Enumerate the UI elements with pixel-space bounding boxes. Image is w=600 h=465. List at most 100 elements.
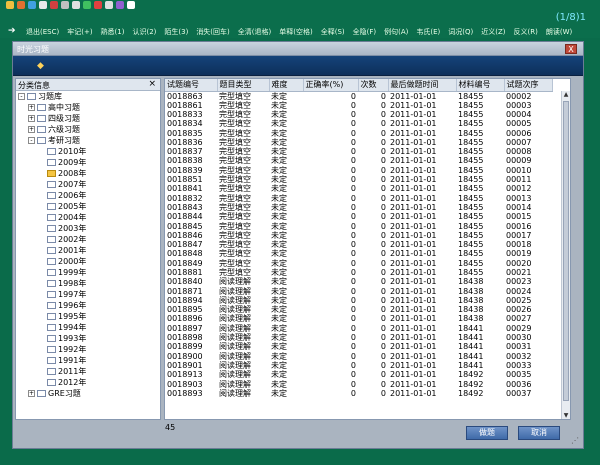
menu-item[interactable]: 近义(Z) [481,27,505,37]
column-header[interactable]: 材料编号 [456,79,505,92]
tree-item[interactable]: 1999年 [16,267,160,278]
close-button[interactable]: X [565,44,577,54]
tree-item[interactable]: 2002年 [16,234,160,245]
tree-item[interactable]: 2008年 [16,168,160,179]
table-row[interactable]: 0018844 完型填空 未定 0 0 2011-01-01 18455 00015 [165,212,552,221]
table-row[interactable]: 0018913 阅读理解 未定 0 0 2011-01-01 18492 00035 [165,370,552,379]
back-arrow-icon[interactable]: ➔ [8,26,16,36]
table-row[interactable]: 0018845 完型填空 未定 0 0 2011-01-01 18455 00016 [165,221,552,231]
tree-item[interactable]: 2003年 [16,223,160,234]
table-row[interactable]: 0018847 完型填空 未定 0 0 2011-01-01 18455 00018 [165,240,552,249]
expand-icon[interactable]: + [28,126,35,133]
table-row[interactable]: 0018895 阅读理解 未定 0 0 2011-01-01 18438 00026 [165,305,552,314]
menu-item[interactable]: 词况(Q) [448,27,473,37]
column-header[interactable]: 次数 [358,79,389,92]
gear-icon[interactable] [17,1,25,9]
table-row[interactable]: 0018851 完型填空 未定 0 0 2011-01-01 18455 00011 [165,175,552,184]
tree-item[interactable]: 1992年 [16,344,160,355]
scroll-up-icon[interactable]: ▲ [562,91,570,99]
menu-item[interactable]: 全隐(F) [353,27,377,37]
menu-item[interactable]: 全释(S) [321,27,345,37]
tree-item[interactable]: 1995年 [16,311,160,322]
collapse-icon[interactable]: - [28,137,35,144]
table-row[interactable]: 0018871 阅读理解 未定 0 0 2011-01-01 18438 00024 [165,286,552,296]
table-row[interactable]: 0018894 阅读理解 未定 0 0 2011-01-01 18438 00025 [165,296,552,305]
cut-icon[interactable] [61,1,69,9]
menu-item[interactable]: 反义(R) [514,27,538,37]
table-row[interactable]: 0018861 完型填空 未定 0 0 2011-01-01 18455 00003 [165,101,552,110]
table-row[interactable]: 0018897 阅读理解 未定 0 0 2011-01-01 18441 00029 [165,324,552,333]
first-icon[interactable] [72,1,80,9]
do-exercise-button[interactable]: 做题 [466,426,508,440]
tree-item[interactable]: 2011年 [16,366,160,377]
expand-icon[interactable]: + [28,115,35,122]
table-row[interactable]: 0018833 完型填空 未定 0 0 2011-01-01 18455 00004 [165,110,552,119]
table-row[interactable]: 0018846 完型填空 未定 0 0 2011-01-01 18455 00017 [165,231,552,240]
play-icon[interactable] [83,1,91,9]
menu-item[interactable]: 牢记(+) [67,27,92,37]
column-header[interactable]: 题目类型 [217,79,270,92]
resize-grip-icon[interactable]: ⋰ [571,436,581,446]
tree-item[interactable]: 2006年 [16,190,160,201]
expand-icon[interactable]: + [28,104,35,111]
tree-item[interactable]: 2012年 [16,377,160,388]
diamond-icon[interactable]: ◆ [37,61,47,71]
expand-icon[interactable]: + [28,390,35,397]
tree-item[interactable]: 2000年 [16,256,160,267]
pointer-icon[interactable] [127,1,135,9]
table-row[interactable]: 0018834 完型填空 未定 0 0 2011-01-01 18455 00005 [165,119,552,128]
menu-item[interactable]: 陌生(3) [164,27,188,37]
tree-item[interactable]: + 高中习题 [16,102,160,113]
tree-close-icon[interactable]: × [148,79,156,89]
tree-item[interactable]: 1998年 [16,278,160,289]
table-row[interactable]: 0018900 阅读理解 未定 0 0 2011-01-01 18441 00032 [165,352,552,361]
tree-item[interactable]: + 四级习题 [16,113,160,124]
menu-item[interactable]: 认识(2) [132,27,156,37]
menu-item[interactable]: 例句(A) [384,27,408,37]
table-row[interactable]: 0018839 完型填空 未定 0 0 2011-01-01 18455 00010 [165,166,552,175]
table-row[interactable]: 0018848 完型填空 未定 0 0 2011-01-01 18455 00019 [165,249,552,258]
tree-item[interactable]: 2010年 [16,146,160,157]
tree-item[interactable]: 1996年 [16,300,160,311]
tree-item[interactable]: 1994年 [16,322,160,333]
column-header[interactable]: 试题编号 [165,79,218,92]
tree-item[interactable]: 2001年 [16,245,160,256]
tree-item[interactable]: 2009年 [16,157,160,168]
column-header[interactable]: 最后做题时间 [388,79,457,92]
table-row[interactable]: 0018837 完型填空 未定 0 0 2011-01-01 18455 00008 [165,147,552,156]
settings-icon[interactable] [116,1,124,9]
menu-item[interactable]: 单释(空格) [279,27,312,37]
tree-item[interactable]: + GRE习题 [16,388,160,399]
table-row[interactable]: 0018849 完型填空 未定 0 0 2011-01-01 18455 00020 [165,259,552,268]
tree-item[interactable]: 1991年 [16,355,160,366]
menu-item[interactable]: 熟悉(1) [101,27,125,37]
table-row[interactable]: 0018836 完型填空 未定 0 0 2011-01-01 18455 00007 [165,138,552,147]
tree-item[interactable]: 2007年 [16,179,160,190]
tree-item[interactable]: - 习题库 [16,91,160,102]
table-row[interactable]: 0018835 完型填空 未定 0 0 2011-01-01 18455 00006 [165,128,552,138]
menu-item[interactable]: 韦氏(E) [416,27,440,37]
table-row[interactable]: 0018841 完型填空 未定 0 0 2011-01-01 18455 00012 [165,184,552,193]
tree-item[interactable]: + 六级习题 [16,124,160,135]
tree-item[interactable]: 2005年 [16,201,160,212]
table-row[interactable]: 0018838 完型填空 未定 0 0 2011-01-01 18455 00009 [165,156,552,165]
scroll-thumb[interactable] [563,101,569,401]
open-icon[interactable] [6,1,14,9]
last-icon[interactable] [105,1,113,9]
table-row[interactable]: 0018896 阅读理解 未定 0 0 2011-01-01 18438 00027 [165,314,552,323]
table-row[interactable]: 0018901 阅读理解 未定 0 0 2011-01-01 18441 00033 [165,361,552,370]
menu-item[interactable]: 全清(退格) [238,27,271,37]
collapse-icon[interactable]: - [18,93,25,100]
table-row[interactable]: 0018903 阅读理解 未定 0 0 2011-01-01 18492 00036 [165,379,552,389]
menu-item[interactable]: 退出(ESC) [26,27,59,37]
table-row[interactable]: 0018893 阅读理解 未定 0 0 2011-01-01 18492 00037 [165,389,552,398]
refresh-icon[interactable] [28,1,36,9]
menu-item[interactable]: 朗读(W) [546,27,572,37]
column-header[interactable]: 正确率(%) [303,79,359,92]
tree-item[interactable]: 2004年 [16,212,160,223]
table-row[interactable]: 0018843 完型填空 未定 0 0 2011-01-01 18455 00014 [165,203,552,212]
menu-item[interactable]: 消失(回车) [196,27,229,37]
tree-item[interactable]: 1993年 [16,333,160,344]
scroll-down-icon[interactable]: ▼ [562,412,570,419]
doc-icon[interactable] [39,1,47,9]
